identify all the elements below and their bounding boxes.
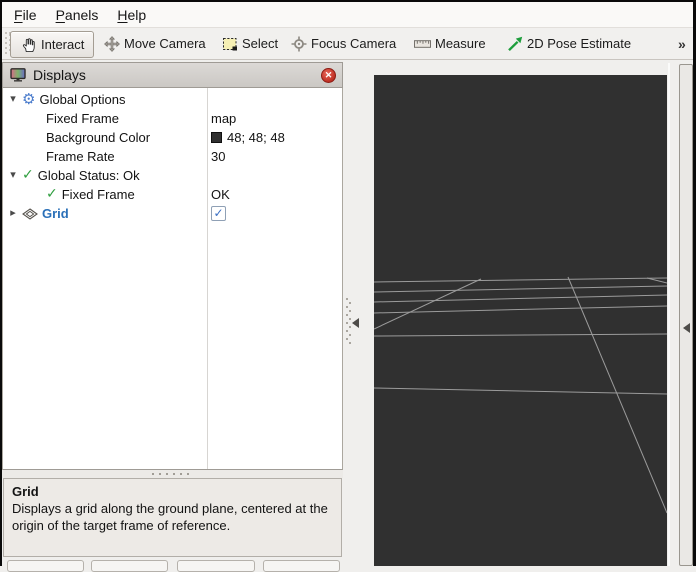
- frame-rate-value[interactable]: 30: [211, 147, 225, 166]
- render-viewport[interactable]: [374, 75, 667, 566]
- right-panel-splitter[interactable]: [679, 64, 693, 566]
- tree-row-global-status[interactable]: ▾ ✓ Global Status: Ok: [3, 166, 342, 185]
- displays-tree: ▾ ⚙ Global Options Fixed Frame map Backg…: [2, 88, 343, 470]
- chevron-down-icon[interactable]: ▾: [8, 90, 18, 109]
- menu-help[interactable]: Help: [117, 7, 146, 23]
- tree-row-background-color[interactable]: Background Color 48; 48; 48: [3, 128, 342, 147]
- splitter-dots-icon: [346, 298, 348, 342]
- collapse-left-arrow-icon[interactable]: [352, 318, 359, 328]
- pose-arrow-icon: [506, 35, 523, 52]
- pose-estimate-tool-label: 2D Pose Estimate: [527, 36, 631, 51]
- window-border-left: [0, 0, 2, 566]
- bottom-bar-button-3[interactable]: [177, 560, 255, 572]
- select-tool-label: Select: [242, 36, 278, 51]
- bottom-bar-button-1[interactable]: [7, 560, 84, 572]
- tree-row-status-fixed-frame[interactable]: ✓ Fixed Frame OK: [3, 185, 342, 204]
- bottom-bar-button-2[interactable]: [91, 560, 168, 572]
- tree-row-label: Global Status: Ok: [38, 166, 140, 185]
- tree-row-label: Fixed Frame: [62, 185, 135, 204]
- toolbar: Interact Move Camera Select Focus Camera…: [2, 28, 693, 60]
- window-border-top: [0, 0, 696, 2]
- ruler-icon: [414, 35, 431, 52]
- select-tool-button[interactable]: Select: [221, 31, 278, 56]
- bottom-bar-button-4[interactable]: [263, 560, 340, 572]
- tree-row-label: Background Color: [46, 128, 150, 147]
- move-camera-tool-button[interactable]: Move Camera: [103, 31, 206, 56]
- color-swatch: [211, 132, 222, 143]
- monitor-icon: [9, 67, 26, 84]
- close-icon[interactable]: ✕: [321, 68, 336, 83]
- grid-enabled-checkbox[interactable]: ✓: [211, 206, 226, 221]
- tree-row-label: Fixed Frame: [46, 109, 119, 128]
- tree-row-global-options[interactable]: ▾ ⚙ Global Options: [3, 90, 342, 109]
- interact-tool-label: Interact: [41, 37, 84, 52]
- viewport-edge: [668, 63, 670, 566]
- check-icon: ✓: [22, 168, 34, 183]
- property-description-panel: Grid Displays a grid along the ground pl…: [3, 478, 342, 557]
- measure-tool-label: Measure: [435, 36, 486, 51]
- focus-camera-tool-label: Focus Camera: [311, 36, 396, 51]
- tree-row-label: Frame Rate: [46, 147, 115, 166]
- toolbar-overflow-button[interactable]: »: [678, 36, 685, 52]
- chevron-right-icon[interactable]: ▸: [8, 204, 18, 223]
- focus-camera-tool-button[interactable]: Focus Camera: [290, 31, 396, 56]
- tree-row-fixed-frame[interactable]: Fixed Frame map: [3, 109, 342, 128]
- description-title: Grid: [12, 483, 333, 500]
- focus-crosshair-icon: [290, 35, 307, 52]
- move-camera-icon: [103, 35, 120, 52]
- menu-panels[interactable]: Panels: [56, 7, 99, 23]
- interact-tool-button[interactable]: Interact: [10, 31, 94, 58]
- panel-splitter-handle[interactable]: [2, 470, 343, 478]
- gear-icon: ⚙: [22, 92, 35, 107]
- menu-bar: File Panels Help: [2, 2, 693, 28]
- displays-panel-title: Displays: [33, 67, 314, 83]
- description-text: Displays a grid along the ground plane, …: [12, 500, 333, 534]
- background-color-value[interactable]: 48; 48; 48: [227, 128, 285, 147]
- splitter-dots-icon: [349, 302, 351, 346]
- tree-row-label: Grid: [42, 204, 69, 223]
- fixed-frame-value[interactable]: map: [211, 109, 236, 128]
- menu-file[interactable]: File: [14, 7, 37, 23]
- measure-tool-button[interactable]: Measure: [414, 31, 486, 56]
- displays-panel-header[interactable]: Displays ✕: [2, 62, 343, 88]
- check-icon: ✓: [46, 187, 58, 202]
- tree-row-grid[interactable]: ▸ Grid ✓: [3, 204, 342, 223]
- move-camera-tool-label: Move Camera: [124, 36, 206, 51]
- grid-icon: [22, 208, 38, 220]
- collapse-left-arrow-icon[interactable]: [683, 323, 690, 333]
- hand-icon: [20, 36, 37, 53]
- chevron-down-icon[interactable]: ▾: [8, 166, 18, 185]
- selection-box-icon: [221, 35, 238, 52]
- pose-estimate-tool-button[interactable]: 2D Pose Estimate: [506, 31, 631, 56]
- tree-row-label: Global Options: [39, 90, 125, 109]
- status-value: OK: [211, 185, 230, 204]
- ground-grid: [374, 75, 667, 566]
- tree-row-frame-rate[interactable]: Frame Rate 30: [3, 147, 342, 166]
- splitter-dots-icon: [152, 473, 192, 475]
